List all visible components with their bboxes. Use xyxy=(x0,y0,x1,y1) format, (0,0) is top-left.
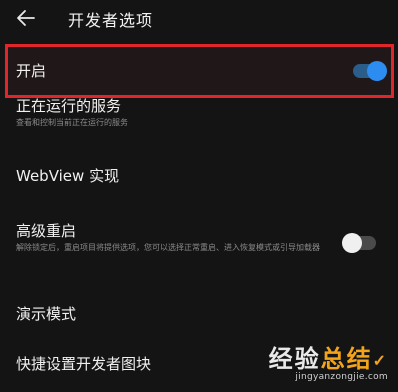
running-services-label: 正在运行的服务 xyxy=(16,97,122,115)
running-services-row[interactable]: 正在运行的服务 查看和控制当前正在运行的服务 xyxy=(0,93,398,139)
toggle-knob xyxy=(342,233,362,253)
watermark-text-b: 总结 xyxy=(320,344,373,373)
developer-options-screen: 开发者选项 开启 正在运行的服务 查看和控制当前正在运行的服务 WebView … xyxy=(0,0,398,392)
demo-mode-label: 演示模式 xyxy=(16,305,77,323)
advanced-reboot-description: 解除锁定后，重启项目将提供选项，您可以选择正常重启、进入恢复模式或引导加载器 xyxy=(16,243,320,252)
watermark-text-a: 经验 xyxy=(268,344,321,373)
watermark: 经验总结✓ jingyanzongjie.com xyxy=(269,339,388,382)
page-title: 开发者选项 xyxy=(68,11,154,30)
enable-label: 开启 xyxy=(16,62,47,80)
checkmark-icon: ✓ xyxy=(372,351,388,370)
quick-settings-tiles-label: 快捷设置开发者图块 xyxy=(16,355,152,373)
webview-label: WebView 实现 xyxy=(16,167,120,185)
advanced-reboot-label: 高级重启 xyxy=(16,222,77,240)
advanced-reboot-toggle[interactable] xyxy=(342,233,376,253)
toggle-knob xyxy=(367,61,387,81)
running-services-description: 查看和控制当前正在运行的服务 xyxy=(16,118,128,127)
app-header: 开发者选项 xyxy=(0,0,398,38)
enable-developer-options-row[interactable]: 开启 xyxy=(0,46,398,96)
demo-mode-row[interactable]: 演示模式 xyxy=(0,295,398,331)
webview-implementation-row[interactable]: WebView 实现 xyxy=(0,155,398,195)
watermark-logo-text: 经验总结✓ xyxy=(269,339,388,374)
arrow-left-icon[interactable] xyxy=(15,7,37,29)
enable-toggle[interactable] xyxy=(353,61,387,81)
advanced-reboot-row[interactable]: 高级重启 解除锁定后，重启项目将提供选项，您可以选择正常重启、进入恢复模式或引导… xyxy=(0,213,398,285)
